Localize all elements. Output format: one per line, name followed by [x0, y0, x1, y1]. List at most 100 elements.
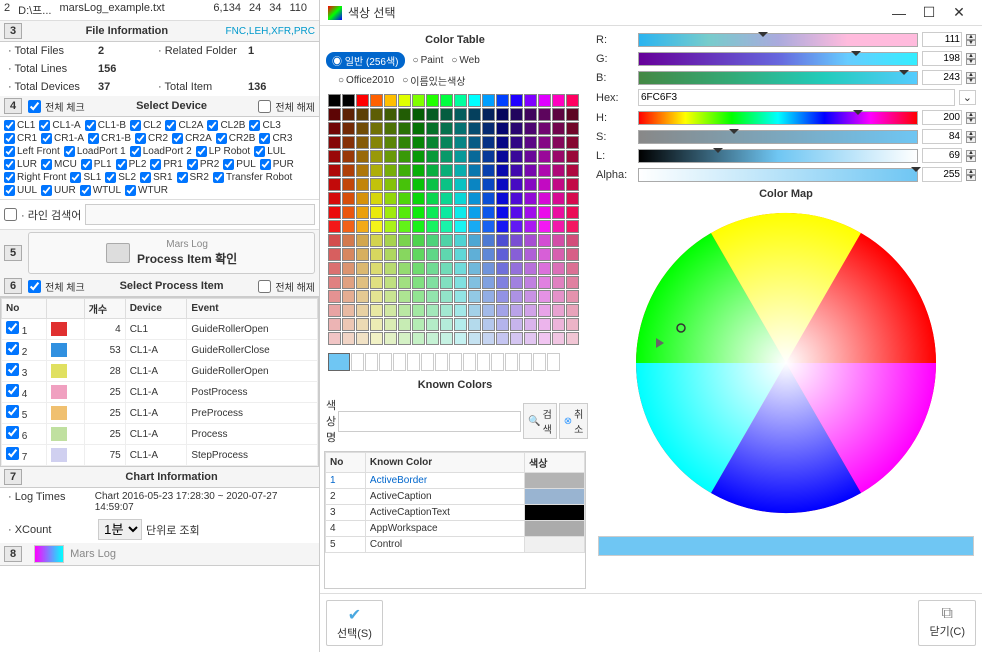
process-row[interactable]: 253CL1-AGuideRollerClose: [2, 340, 318, 361]
color-swatch[interactable]: [454, 290, 467, 303]
color-swatch[interactable]: [370, 234, 383, 247]
color-swatch[interactable]: [398, 276, 411, 289]
color-swatch[interactable]: [426, 262, 439, 275]
color-swatch[interactable]: [552, 304, 565, 317]
color-swatch[interactable]: [524, 220, 537, 233]
device-check-wtul[interactable]: WTUL: [80, 185, 121, 196]
color-swatch[interactable]: [440, 94, 453, 107]
color-swatch[interactable]: [454, 332, 467, 345]
color-swatch[interactable]: [566, 262, 579, 275]
color-swatch[interactable]: [566, 94, 579, 107]
device-check-cr1-a[interactable]: CR1-A: [41, 133, 84, 144]
color-swatch[interactable]: [426, 290, 439, 303]
device-check-sl2[interactable]: SL2: [105, 172, 136, 183]
chk[interactable]: [223, 159, 234, 170]
color-swatch[interactable]: [412, 234, 425, 247]
color-swatch[interactable]: [468, 136, 481, 149]
device-check-pr1[interactable]: PR1: [150, 159, 182, 170]
color-swatch[interactable]: [398, 304, 411, 317]
color-swatch[interactable]: [454, 234, 467, 247]
known-color-row[interactable]: 5Control: [326, 537, 585, 553]
color-swatch[interactable]: [328, 220, 341, 233]
color-swatch[interactable]: [426, 234, 439, 247]
device-check-mcu[interactable]: MCU: [41, 159, 77, 170]
known-color-row[interactable]: 2ActiveCaption: [326, 489, 585, 505]
color-swatch[interactable]: [552, 262, 565, 275]
color-swatch[interactable]: [440, 304, 453, 317]
color-swatch[interactable]: [538, 150, 551, 163]
color-swatch[interactable]: [426, 332, 439, 345]
color-swatch[interactable]: [440, 136, 453, 149]
color-swatch[interactable]: [496, 94, 509, 107]
device-check-lur[interactable]: LUR: [4, 159, 37, 170]
color-swatch[interactable]: [552, 290, 565, 303]
chk[interactable]: [4, 133, 15, 144]
device-check-cl3[interactable]: CL3: [249, 120, 280, 131]
color-swatch[interactable]: [482, 192, 495, 205]
color-swatch[interactable]: [328, 248, 341, 261]
chk[interactable]: [196, 146, 207, 157]
color-swatch[interactable]: [496, 122, 509, 135]
color-swatch[interactable]: [398, 332, 411, 345]
color-swatch[interactable]: [510, 318, 523, 331]
color-swatch[interactable]: [454, 178, 467, 191]
color-swatch[interactable]: [370, 122, 383, 135]
device-check-pul[interactable]: PUL: [223, 159, 255, 170]
device-check-sr2[interactable]: SR2: [177, 172, 209, 183]
device-check-cr1-b[interactable]: CR1-B: [88, 133, 131, 144]
color-swatch[interactable]: [398, 164, 411, 177]
chk[interactable]: [4, 146, 15, 157]
custom-color-slot[interactable]: [365, 353, 378, 371]
color-swatch[interactable]: [468, 332, 481, 345]
color-swatch[interactable]: [566, 318, 579, 331]
color-swatch[interactable]: [552, 234, 565, 247]
color-swatch[interactable]: [370, 206, 383, 219]
slider-value-alpha[interactable]: [922, 167, 962, 182]
color-swatch[interactable]: [398, 206, 411, 219]
chk[interactable]: [249, 120, 260, 131]
color-swatch[interactable]: [566, 108, 579, 121]
slider-value-s[interactable]: [922, 129, 962, 144]
color-swatch[interactable]: [538, 304, 551, 317]
color-swatch[interactable]: [356, 332, 369, 345]
process-row[interactable]: 525CL1-APreProcess: [2, 403, 318, 424]
slider-value-g[interactable]: [922, 51, 962, 66]
color-swatch[interactable]: [384, 108, 397, 121]
slider-h[interactable]: [638, 111, 918, 125]
chk[interactable]: [140, 172, 151, 183]
color-swatch[interactable]: [566, 164, 579, 177]
color-swatch[interactable]: [356, 178, 369, 191]
device-check-lul[interactable]: LUL: [254, 146, 285, 157]
color-swatch[interactable]: [538, 136, 551, 149]
device-check-cr2[interactable]: CR2: [135, 133, 168, 144]
color-swatch[interactable]: [440, 192, 453, 205]
color-swatch[interactable]: [412, 136, 425, 149]
device-check-loadport-1[interactable]: LoadPort 1: [64, 146, 126, 157]
color-swatch[interactable]: [566, 122, 579, 135]
slider-value-b[interactable]: [922, 70, 962, 85]
color-swatch[interactable]: [482, 290, 495, 303]
custom-color-slot[interactable]: [505, 353, 518, 371]
color-swatch[interactable]: [412, 304, 425, 317]
color-swatch[interactable]: [328, 178, 341, 191]
color-swatch[interactable]: [566, 332, 579, 345]
device-check-uul[interactable]: UUL: [4, 185, 37, 196]
color-swatch[interactable]: [510, 122, 523, 135]
hex-dropdown-icon[interactable]: ⌄: [959, 90, 976, 105]
color-swatch[interactable]: [496, 234, 509, 247]
color-swatch[interactable]: [426, 206, 439, 219]
color-swatch[interactable]: [566, 234, 579, 247]
color-swatch[interactable]: [538, 276, 551, 289]
color-swatch[interactable]: [384, 276, 397, 289]
mars-log-button[interactable]: Mars Log Process Item 확인: [28, 232, 315, 274]
color-swatch[interactable]: [538, 192, 551, 205]
color-swatch[interactable]: [468, 178, 481, 191]
color-swatch[interactable]: [426, 108, 439, 121]
color-swatch[interactable]: [356, 248, 369, 261]
chk[interactable]: [216, 133, 227, 144]
device-check-pur[interactable]: PUR: [260, 159, 294, 170]
chk[interactable]: [125, 185, 136, 196]
color-swatch[interactable]: [370, 332, 383, 345]
color-swatch[interactable]: [398, 262, 411, 275]
color-swatch[interactable]: [566, 136, 579, 149]
